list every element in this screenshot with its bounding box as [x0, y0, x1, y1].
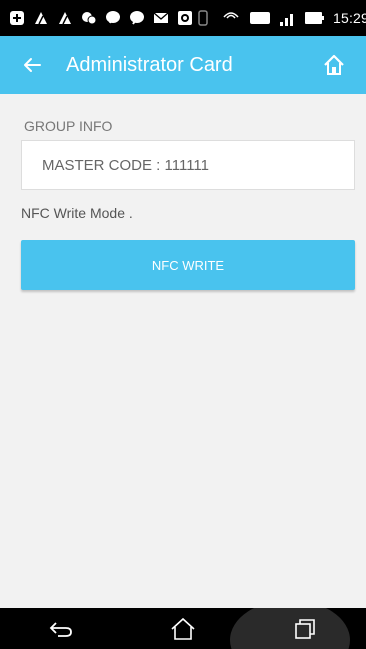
system-status-icons: 15:29: [194, 9, 366, 27]
vibrate-icon: [194, 9, 212, 27]
line-app-icon: [104, 9, 122, 27]
screenshot-icon: [176, 9, 194, 27]
master-code-field: MASTER CODE : 111111: [21, 140, 355, 190]
back-button[interactable]: [8, 36, 56, 94]
message-icon: [128, 9, 146, 27]
nav-recents-button[interactable]: [275, 608, 335, 649]
nav-back-button[interactable]: [31, 608, 91, 649]
arrow-left-icon: [24, 58, 41, 72]
status-bar: 15:29: [0, 0, 366, 36]
notification-icons: [8, 9, 194, 27]
home-button[interactable]: [310, 36, 358, 94]
paint-icon: [32, 9, 50, 27]
battery-icon: [304, 9, 326, 27]
nfc-mode-text: NFC Write Mode .: [21, 205, 133, 221]
content-area: GROUP INFO MASTER CODE : 111111 NFC Writ…: [0, 94, 366, 608]
nfc-write-button[interactable]: NFC WRITE: [21, 240, 355, 290]
master-code-text: MASTER CODE : 111111: [42, 156, 209, 174]
nfc-icon: [219, 9, 243, 27]
chat-bubbles-icon: [80, 9, 98, 27]
paint-icon-2: [56, 9, 74, 27]
add-icon: [8, 9, 26, 27]
status-time: 15:29: [333, 10, 366, 26]
navigation-bar: [0, 608, 366, 649]
signal-icon: [279, 9, 297, 27]
home-outline-icon: [171, 617, 195, 640]
mail-icon: [152, 9, 170, 27]
recent-apps-icon: [295, 618, 315, 639]
back-icon: [49, 621, 72, 637]
page-title: Administrator Card: [66, 53, 233, 76]
group-info-label: GROUP INFO: [24, 118, 113, 134]
nav-home-button[interactable]: [153, 608, 213, 649]
home-icon: [324, 54, 344, 75]
app-bar: Administrator Card: [0, 36, 366, 94]
network-4g-icon: [250, 9, 272, 27]
